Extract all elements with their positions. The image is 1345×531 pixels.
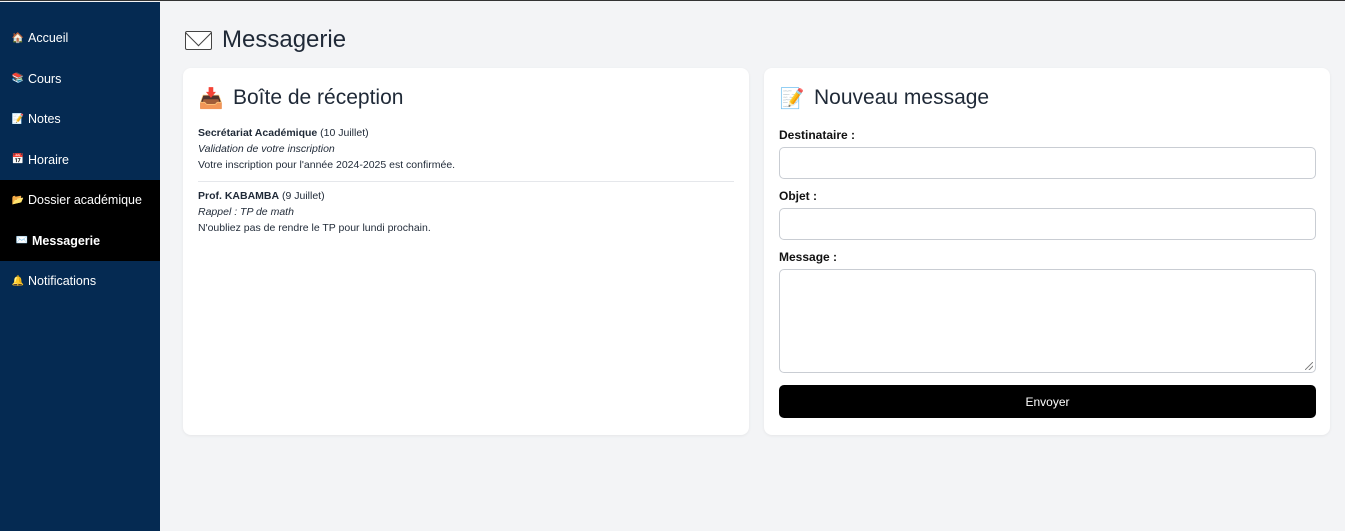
message-item[interactable]: Secrétariat Académique (10 Juillet) Vali… — [198, 125, 734, 182]
message-header: Prof. KABAMBA (9 Juillet) — [198, 188, 734, 204]
sidebar: 🏠 Accueil 📚 Cours 📝 Notes 📅 Horaire 📂 Do… — [0, 2, 160, 531]
sidebar-item-label: Horaire — [28, 152, 69, 167]
sidebar-item-label: Accueil — [28, 31, 69, 46]
page-title-text: Messagerie — [222, 26, 347, 53]
inbox-title: 📥 Boîte de réception — [198, 85, 734, 111]
sidebar-item-label: Notes — [28, 112, 61, 127]
message-header: Secrétariat Académique (10 Juillet) — [198, 125, 734, 141]
sidebar-item-notifications[interactable]: 🔔 Notifications — [0, 261, 160, 302]
sidebar-item-notes[interactable]: 📝 Notes — [0, 99, 160, 140]
main-content: Messagerie 📥 Boîte de réception Secrétar… — [160, 2, 1345, 531]
recipient-input[interactable] — [779, 147, 1316, 179]
bell-icon: 🔔 — [11, 275, 25, 287]
calendar-icon: 📅 — [11, 154, 25, 166]
sidebar-item-cours[interactable]: 📚 Cours — [0, 59, 160, 100]
memo-icon: 📝 — [11, 113, 25, 125]
envelope-icon: ✉️ — [15, 235, 29, 247]
message-body: N'oubliez pas de rendre le TP pour lundi… — [198, 222, 431, 234]
message-date: (10 Juillet) — [320, 127, 369, 139]
books-icon: 📚 — [11, 73, 25, 85]
sidebar-item-messagerie[interactable]: ✉️ Messagerie — [0, 220, 160, 261]
compose-title-text: Nouveau message — [814, 86, 990, 109]
message-sender: Prof. KABAMBA — [198, 190, 280, 202]
message-date: (9 Juillet) — [282, 190, 325, 202]
recipient-label: Destinataire : — [779, 128, 856, 142]
message-subject: Rappel : TP de math — [198, 206, 294, 218]
message-subject: Validation de votre inscription — [198, 143, 335, 155]
message-item[interactable]: Prof. KABAMBA (9 Juillet) Rappel : TP de… — [198, 188, 734, 244]
message-label: Message : — [779, 250, 838, 264]
subject-label: Objet : — [779, 189, 817, 203]
page-title: Messagerie — [185, 26, 346, 54]
folder-icon: 📂 — [11, 194, 25, 206]
compose-card: 📝 Nouveau message Destinataire : Objet :… — [764, 68, 1330, 435]
sidebar-item-accueil[interactable]: 🏠 Accueil — [0, 18, 160, 59]
sidebar-item-label: Cours — [28, 71, 62, 86]
inbox-tray-icon: 📥 — [198, 87, 224, 110]
compose-title: 📝 Nouveau message — [779, 85, 1315, 111]
memo-icon: 📝 — [779, 87, 805, 110]
subject-input[interactable] — [779, 208, 1316, 240]
inbox-card: 📥 Boîte de réception Secrétariat Académi… — [183, 68, 749, 435]
sidebar-item-horaire[interactable]: 📅 Horaire — [0, 140, 160, 181]
message-sender: Secrétariat Académique — [198, 127, 318, 139]
message-textarea[interactable] — [779, 269, 1316, 373]
home-icon: 🏠 — [11, 32, 25, 44]
sidebar-item-label: Dossier académique — [28, 193, 142, 208]
inbox-title-text: Boîte de réception — [233, 86, 404, 109]
message-body: Votre inscription pour l'année 2024-2025… — [198, 159, 456, 171]
send-button[interactable]: Envoyer — [779, 385, 1316, 418]
resize-grip-icon[interactable] — [1305, 362, 1313, 370]
sidebar-item-label: Notifications — [28, 274, 97, 289]
sidebar-item-dossier-academique[interactable]: 📂 Dossier académique — [0, 180, 160, 221]
sidebar-item-label: Messagerie — [32, 233, 101, 248]
envelope-icon — [185, 30, 212, 50]
